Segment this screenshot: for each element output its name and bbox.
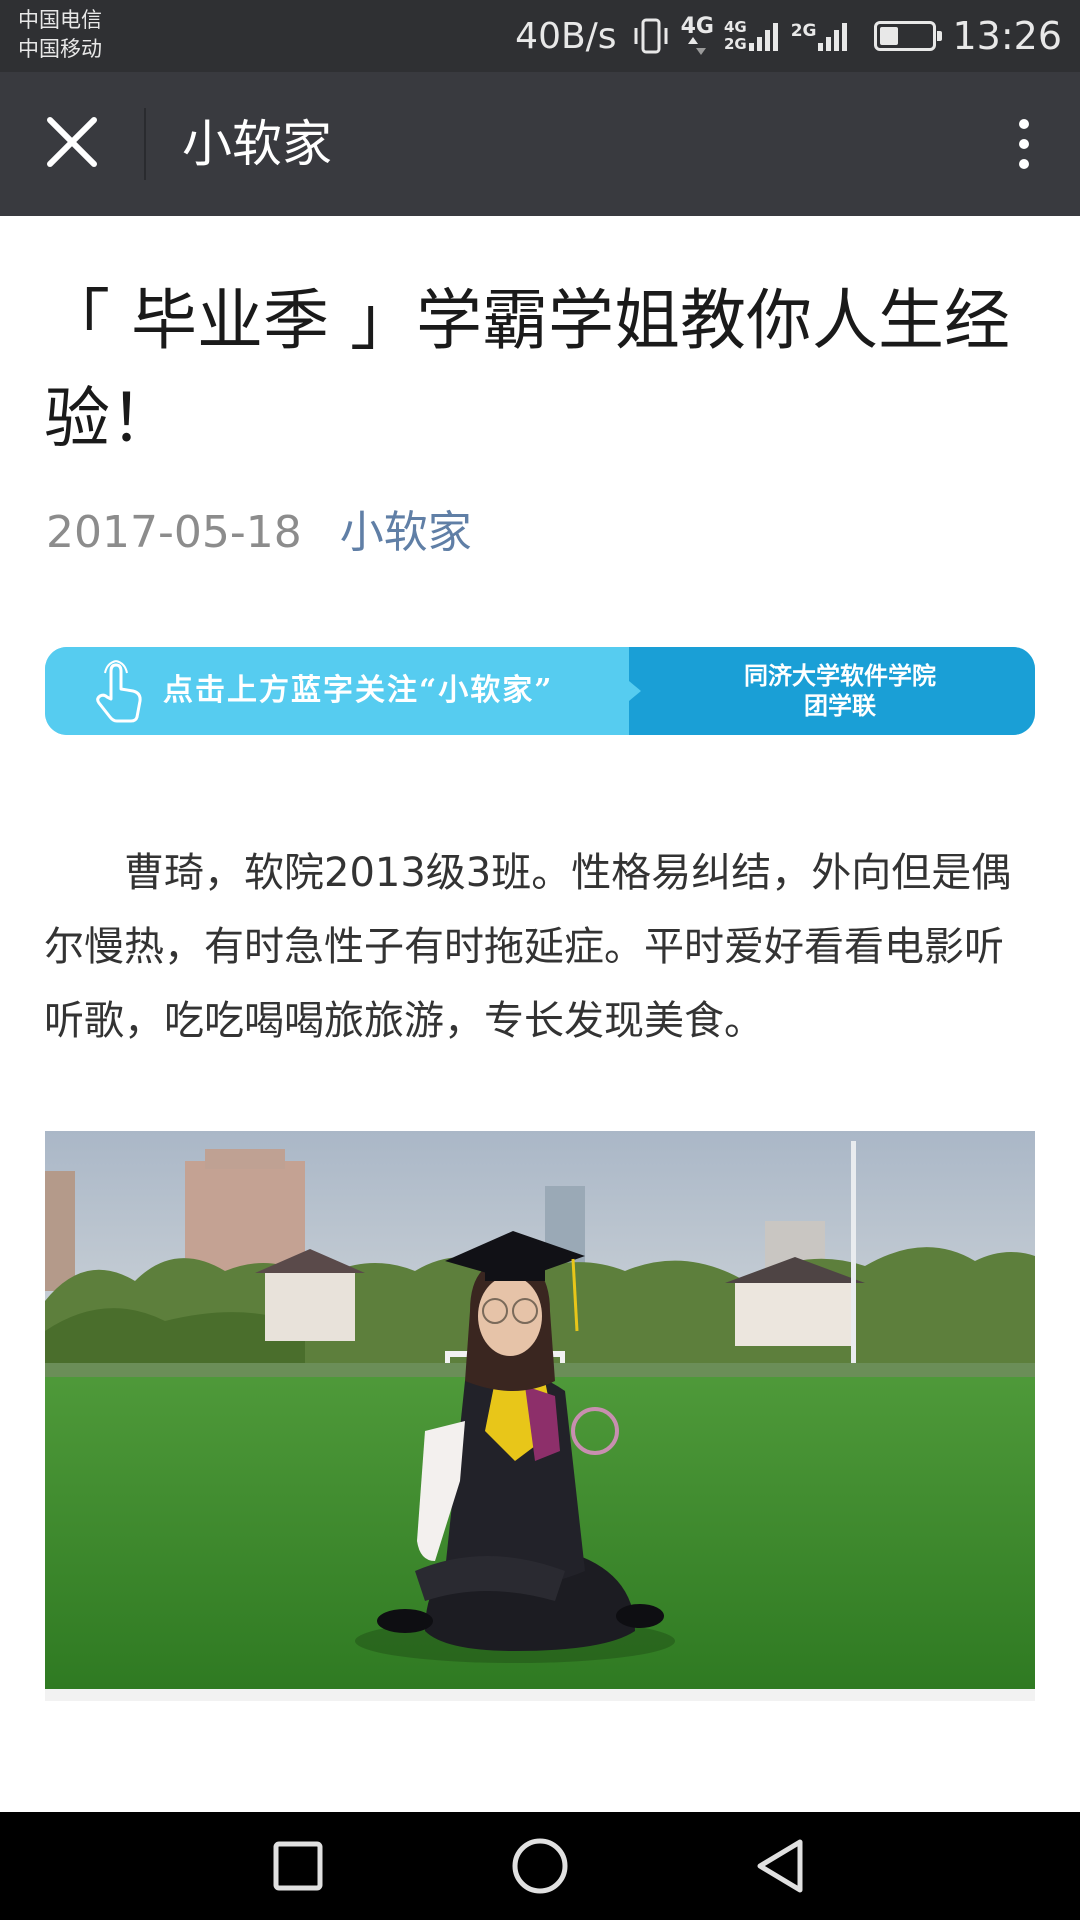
network-3-indicator: 2G (791, 21, 861, 51)
follow-banner[interactable]: 点击上方蓝字关注“小软家” 同济大学软件学院 团学联 (45, 647, 1035, 735)
close-icon (47, 117, 97, 167)
hand-tap-icon (96, 660, 142, 723)
status-indicators: 40B/s 4G 4G 2G 2G 13:26 (515, 0, 1062, 72)
battery-icon (874, 21, 943, 51)
square-icon[interactable] (266, 1834, 330, 1898)
article-date: 2017-05-18 (46, 507, 302, 558)
graduate-photo-image (45, 1131, 1035, 1689)
circle-icon[interactable] (508, 1834, 572, 1898)
network-2-labels: 4G 2G (724, 19, 747, 53)
close-button[interactable] (34, 104, 110, 180)
graduate-photo[interactable] (45, 1131, 1035, 1689)
article-title: 「 毕业季 」学霸学姐教你人生经验！ (44, 282, 1010, 457)
clock: 13:26 (952, 14, 1062, 58)
more-menu-button[interactable] (994, 106, 1054, 182)
carrier-info: 中国电信 中国移动 (18, 6, 102, 64)
battery-level (880, 27, 898, 45)
network-3-label: 2G (790, 21, 817, 41)
title-bar: 小软家 (0, 72, 1080, 216)
article-meta: 2017-05-18 小软家 (46, 498, 472, 568)
navigation-bar (0, 1812, 1080, 1920)
carrier-1: 中国电信 (18, 8, 102, 32)
photo-bottom-edge (45, 1689, 1035, 1701)
article-paragraph: 曹琦，软院2013级3班。性格易纠结，外向但是偶尔慢热，有时急性子有时拖延症。平… (44, 850, 1012, 1044)
network-speed: 40B/s (515, 15, 617, 57)
title-divider (144, 108, 146, 180)
data-arrows-icon (688, 37, 707, 55)
network-2-bottom: 2G (723, 35, 747, 53)
triangle-back-icon[interactable] (750, 1834, 814, 1898)
more-vertical-icon (1019, 114, 1029, 174)
banner-follow-prompt: 点击上方蓝字关注“小软家” (163, 673, 554, 708)
network-2-top: 4G (723, 18, 747, 36)
banner-org-line-1: 同济大学软件学院 (744, 661, 936, 690)
network-1-label: 4G (680, 14, 714, 39)
signal-icon-1 (748, 21, 781, 51)
page-title: 小软家 (182, 115, 332, 173)
signal-icon-2 (818, 21, 850, 51)
carrier-2: 中国移动 (18, 37, 102, 61)
vibrate-icon (634, 18, 668, 54)
status-bar: 中国电信 中国移动 40B/s 4G 4G 2G 2G 13:26 (0, 0, 1080, 72)
banner-org-line-2: 团学联 (804, 691, 876, 720)
banner-org-name: 同济大学软件学院 团学联 (645, 661, 1035, 721)
banner-arrow (629, 681, 641, 701)
article-author-link[interactable]: 小软家 (340, 507, 472, 558)
network-4g-indicator: 4G (680, 14, 714, 55)
